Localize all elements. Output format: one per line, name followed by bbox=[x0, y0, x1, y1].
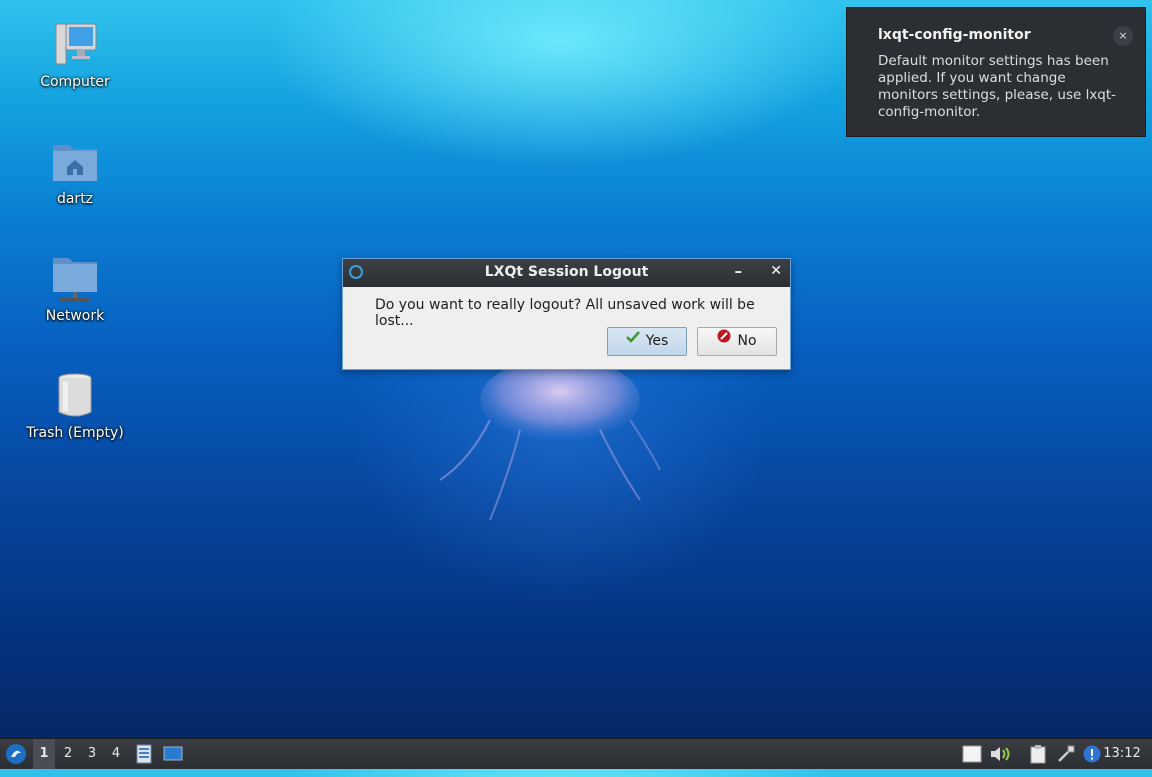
desktop-icon-label: Trash (Empty) bbox=[26, 425, 124, 441]
notification-title: lxqt-config-monitor bbox=[878, 27, 1031, 43]
desktop-switch-1[interactable]: 1 bbox=[33, 739, 55, 769]
desktop-switch-2[interactable]: 2 bbox=[57, 739, 79, 769]
desktop-switch-4[interactable]: 4 bbox=[105, 739, 127, 769]
network-folder-icon bbox=[50, 254, 100, 304]
info-icon bbox=[1083, 745, 1101, 763]
checkmark-icon bbox=[625, 326, 640, 353]
notification-body: Default monitor settings has been applie… bbox=[878, 53, 1117, 120]
dialog-message: Do you want to really logout? All unsave… bbox=[375, 297, 755, 329]
no-button-label: No bbox=[737, 333, 757, 349]
main-menu-button[interactable] bbox=[2, 739, 30, 769]
show-desktop-button[interactable] bbox=[161, 739, 185, 769]
jellyfish-wallpaper-art bbox=[439, 360, 661, 521]
notes-icon bbox=[962, 745, 982, 763]
network-tool-tray-button[interactable] bbox=[1054, 739, 1078, 769]
computer-icon bbox=[50, 20, 100, 70]
desktop-icon-home[interactable]: dartz bbox=[20, 137, 130, 207]
network-tool-icon bbox=[1058, 745, 1075, 762]
clipboard-tray-button[interactable] bbox=[1026, 739, 1050, 769]
dialog-titlebar[interactable]: LXQt Session Logout – ✕ bbox=[343, 259, 790, 287]
file-manager-icon bbox=[136, 744, 152, 764]
home-folder-icon bbox=[50, 137, 100, 187]
close-button[interactable]: ✕ bbox=[770, 263, 782, 279]
notes-tray-button[interactable] bbox=[960, 739, 984, 769]
stop-icon bbox=[717, 326, 731, 353]
lxqt-logo-icon bbox=[6, 744, 26, 764]
yes-button-label: Yes bbox=[645, 333, 669, 349]
clipboard-icon bbox=[1030, 745, 1046, 764]
minimize-button[interactable]: – bbox=[735, 262, 743, 280]
desktop-switch-3[interactable]: 3 bbox=[81, 739, 103, 769]
logout-dialog: LXQt Session Logout – ✕ Do you want to r… bbox=[342, 258, 791, 370]
volume-icon bbox=[991, 747, 1010, 761]
desktop-icon-label: dartz bbox=[56, 191, 94, 207]
desktop-icon-trash[interactable]: Trash (Empty) bbox=[20, 371, 130, 441]
desktop-icon-network[interactable]: Network bbox=[20, 254, 130, 324]
yes-button[interactable]: Yes bbox=[607, 327, 687, 356]
show-desktop-icon bbox=[163, 746, 183, 761]
notification-popup[interactable]: lxqt-config-monitor × Default monitor se… bbox=[846, 7, 1146, 137]
clock[interactable]: 13:12 bbox=[1100, 739, 1144, 769]
dialog-title: LXQt Session Logout bbox=[484, 264, 649, 280]
file-manager-launcher[interactable] bbox=[133, 739, 155, 769]
trash-icon bbox=[50, 371, 100, 421]
no-button[interactable]: No bbox=[697, 327, 777, 356]
desktop-icon-label: Computer bbox=[40, 74, 110, 90]
notification-close-icon[interactable]: × bbox=[1113, 26, 1133, 46]
taskbar: 1 2 3 4 13:12 bbox=[0, 738, 1152, 769]
desktop-icon-label: Network bbox=[45, 308, 105, 324]
volume-tray-button[interactable] bbox=[988, 739, 1014, 769]
desktop-icon-computer[interactable]: Computer bbox=[20, 20, 130, 90]
